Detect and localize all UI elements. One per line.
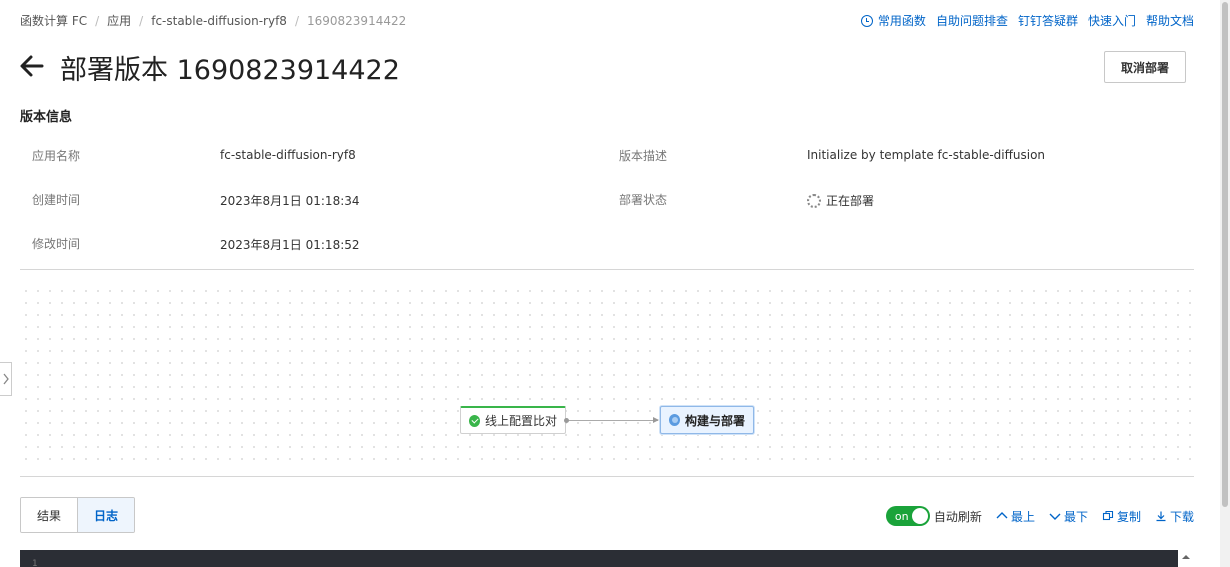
expand-sidebar-handle[interactable]: [0, 362, 12, 396]
breadcrumb-item-app[interactable]: fc-stable-diffusion-ryf8: [151, 14, 287, 28]
pipeline-edge: [564, 417, 659, 423]
breadcrumb-separator: /: [139, 13, 144, 28]
chevron-up-icon: [996, 512, 1008, 519]
breadcrumb-item-apps[interactable]: 应用: [107, 12, 131, 29]
scroll-top-button[interactable]: 最上: [996, 508, 1035, 525]
divider: [20, 476, 1194, 477]
loading-spinner-icon: [807, 194, 821, 208]
breadcrumb-separator: /: [95, 13, 100, 28]
scroll-top-label: 最上: [1010, 509, 1035, 524]
page-title: 部署版本 1690823914422: [60, 55, 400, 86]
node-label: 线上配置比对: [484, 414, 557, 428]
log-scroll-up-icon[interactable]: [1181, 552, 1191, 562]
app-name-label: 应用名称: [32, 149, 81, 163]
desc-value: Initialize by template fc-stable-diffusi…: [807, 148, 1046, 162]
check-circle-icon: [469, 414, 480, 427]
section-title: 版本信息: [20, 110, 73, 125]
divider: [20, 269, 1194, 270]
log-toolbar: on 自动刷新 最上 最下 复制 下载: [885, 506, 1194, 526]
scroll-bottom-label: 最下: [1063, 509, 1088, 524]
node-label: 构建与部署: [684, 413, 745, 428]
created-value: 2023年8月1日 01:18:34: [220, 194, 360, 208]
chevron-right-icon: [2, 373, 9, 385]
toggle-knob: [911, 508, 928, 524]
breadcrumb-current: 1690823914422: [306, 13, 407, 28]
modified-label: 修改时间: [32, 237, 81, 251]
auto-refresh-label: 自动刷新: [933, 509, 982, 524]
common-functions-link[interactable]: 常用函数: [860, 12, 926, 29]
self-troubleshoot-link[interactable]: 自助问题排查: [936, 12, 1008, 29]
status-value: 正在部署: [807, 192, 874, 209]
result-log-tabs: 结果 日志: [20, 497, 136, 533]
dingtalk-group-link[interactable]: 钉钉答疑群: [1018, 12, 1078, 29]
breadcrumb-separator: /: [294, 13, 299, 28]
scrollbar-thumb[interactable]: [1222, 2, 1228, 507]
pipeline-node-config-compare[interactable]: 线上配置比对: [460, 406, 566, 434]
tab-result[interactable]: 结果: [21, 498, 78, 532]
desc-label: 版本描述: [619, 149, 668, 163]
download-label: 下载: [1169, 509, 1194, 524]
chevron-down-icon: [1049, 513, 1061, 520]
status-label: 部署状态: [619, 193, 668, 207]
copy-label: 复制: [1116, 509, 1141, 524]
copy-icon: [1102, 510, 1114, 521]
log-output[interactable]: 1: [20, 550, 1178, 567]
copy-button[interactable]: 复制: [1102, 508, 1141, 525]
download-icon: [1156, 511, 1166, 522]
top-links: 常用函数 自助问题排查 钉钉答疑群 快速入门 帮助文档: [860, 12, 1194, 29]
running-status-icon: [669, 414, 680, 426]
app-name-value: fc-stable-diffusion-ryf8: [220, 148, 356, 162]
common-functions-label: 常用函数: [877, 14, 926, 28]
status-text: 正在部署: [826, 194, 875, 208]
toggle-on-label: on: [894, 509, 909, 523]
download-button[interactable]: 下载: [1155, 508, 1194, 525]
help-docs-link[interactable]: 帮助文档: [1146, 12, 1194, 29]
modified-value: 2023年8月1日 01:18:52: [220, 238, 360, 252]
breadcrumb-item-fc[interactable]: 函数计算 FC: [20, 12, 87, 29]
clock-icon: [860, 15, 873, 27]
page-scrollbar[interactable]: [1220, 0, 1230, 567]
back-arrow-icon[interactable]: [18, 52, 46, 80]
auto-refresh-toggle[interactable]: on: [885, 506, 930, 526]
pipeline-canvas[interactable]: [20, 285, 1194, 465]
breadcrumb: 函数计算 FC / 应用 / fc-stable-diffusion-ryf8 …: [20, 12, 406, 29]
scroll-bottom-button[interactable]: 最下: [1049, 508, 1088, 525]
quick-start-link[interactable]: 快速入门: [1088, 12, 1136, 29]
log-line-number: 1: [32, 559, 38, 567]
tab-log[interactable]: 日志: [77, 498, 135, 532]
pipeline-node-build-deploy[interactable]: 构建与部署: [660, 406, 754, 434]
cancel-deploy-button[interactable]: 取消部署: [1104, 51, 1186, 83]
created-label: 创建时间: [32, 193, 81, 207]
